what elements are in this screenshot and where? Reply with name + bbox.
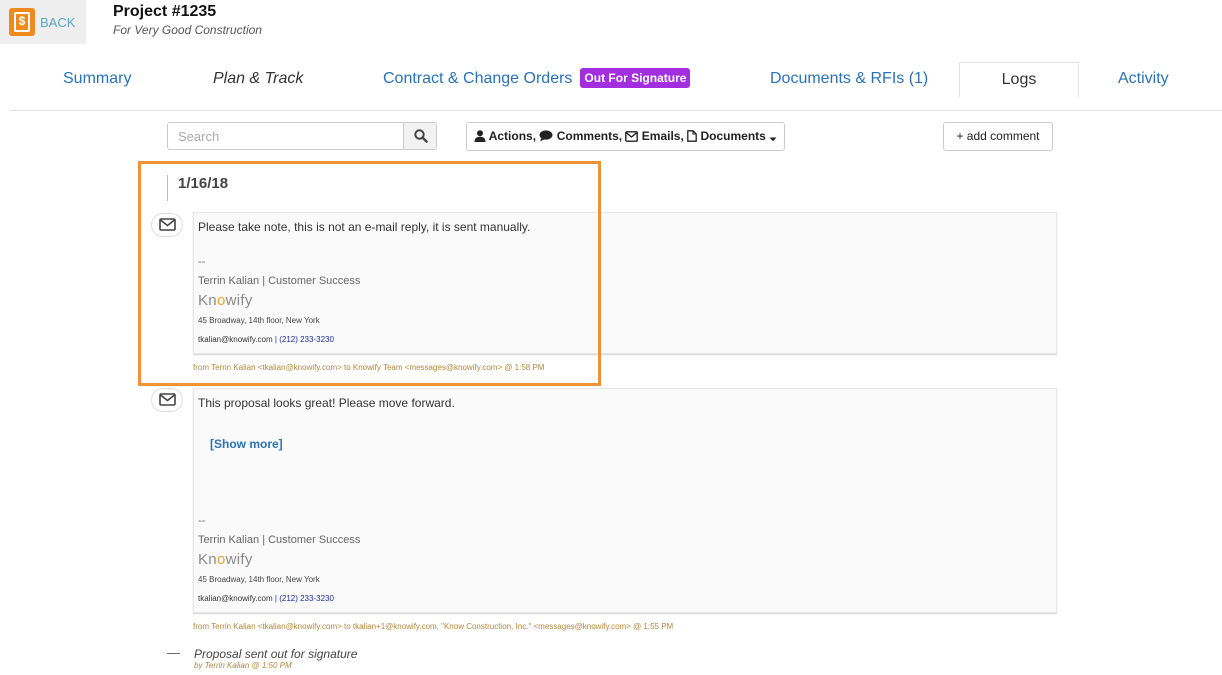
- back-label[interactable]: BACK: [40, 15, 75, 30]
- status-badge: Out For Signature: [580, 68, 691, 88]
- tab-summary[interactable]: Summary: [63, 62, 131, 96]
- tab-bar: Summary Plan & Track Contract & Change O…: [0, 62, 1222, 110]
- filter-dropdown-button[interactable]: Actions, Comments, Emails, Documents: [466, 122, 785, 151]
- tab-logs[interactable]: Logs: [959, 62, 1079, 97]
- tab-activity[interactable]: Activity: [1118, 62, 1169, 96]
- project-subtitle: For Very Good Construction: [113, 23, 262, 37]
- envelope-icon: [159, 393, 176, 406]
- tab-plan-track[interactable]: Plan & Track: [213, 62, 303, 96]
- signature-email: tkalian@knowify.com: [198, 594, 273, 603]
- email-entry-icon: [151, 388, 183, 412]
- top-bar: $ BACK Project #1235 For Very Good Const…: [0, 0, 1222, 44]
- search-icon: [414, 129, 428, 143]
- add-comment-button[interactable]: + add comment: [943, 122, 1053, 151]
- highlight-box: [138, 161, 601, 386]
- action-meta: by Terrin Kalian @ 1:50 PM: [194, 661, 292, 670]
- signature-dash: --: [198, 515, 206, 527]
- signature-phone: (212) 233-3230: [279, 594, 334, 603]
- user-icon: [474, 130, 486, 142]
- signature-address: 45 Broadway, 14th floor, New York: [198, 575, 320, 584]
- signature-name: Terrin Kalian | Customer Success: [198, 534, 361, 546]
- tab-contract-change-orders[interactable]: Contract & Change Orders Out For Signatur…: [383, 62, 691, 96]
- signature-contact: tkalian@knowify.com | (212) 233-3230: [198, 594, 334, 603]
- company-logo-text: Knowify: [198, 551, 253, 568]
- action-description: Proposal sent out for signature: [194, 647, 358, 661]
- filter-comments-label: Comments,: [556, 129, 623, 143]
- filter-emails-label: Emails,: [641, 129, 684, 143]
- email-card: [193, 388, 1057, 613]
- action-dash: —: [167, 645, 180, 660]
- email-meta: from Terrin Kalian <tkalian@knowify.com>…: [193, 622, 674, 631]
- show-more-link[interactable]: [Show more]: [210, 437, 283, 451]
- comment-icon: [539, 130, 553, 142]
- caret-down-icon: [769, 137, 777, 142]
- envelope-icon: [625, 131, 639, 142]
- email-body: This proposal looks great! Please move f…: [198, 396, 455, 410]
- filter-actions-label: Actions,: [488, 129, 537, 143]
- tab-contract-label[interactable]: Contract & Change Orders: [383, 70, 572, 87]
- back-button[interactable]: $ BACK: [0, 0, 86, 44]
- app-logo-icon: $: [9, 8, 35, 36]
- search-button[interactable]: [403, 122, 437, 150]
- filter-documents-label: Documents: [700, 129, 766, 143]
- tab-documents-rfis[interactable]: Documents & RFIs (1): [770, 62, 928, 96]
- document-icon: [687, 130, 697, 142]
- search-input[interactable]: [167, 122, 404, 150]
- project-title: Project #1235: [113, 3, 217, 20]
- tab-divider: [10, 110, 1222, 111]
